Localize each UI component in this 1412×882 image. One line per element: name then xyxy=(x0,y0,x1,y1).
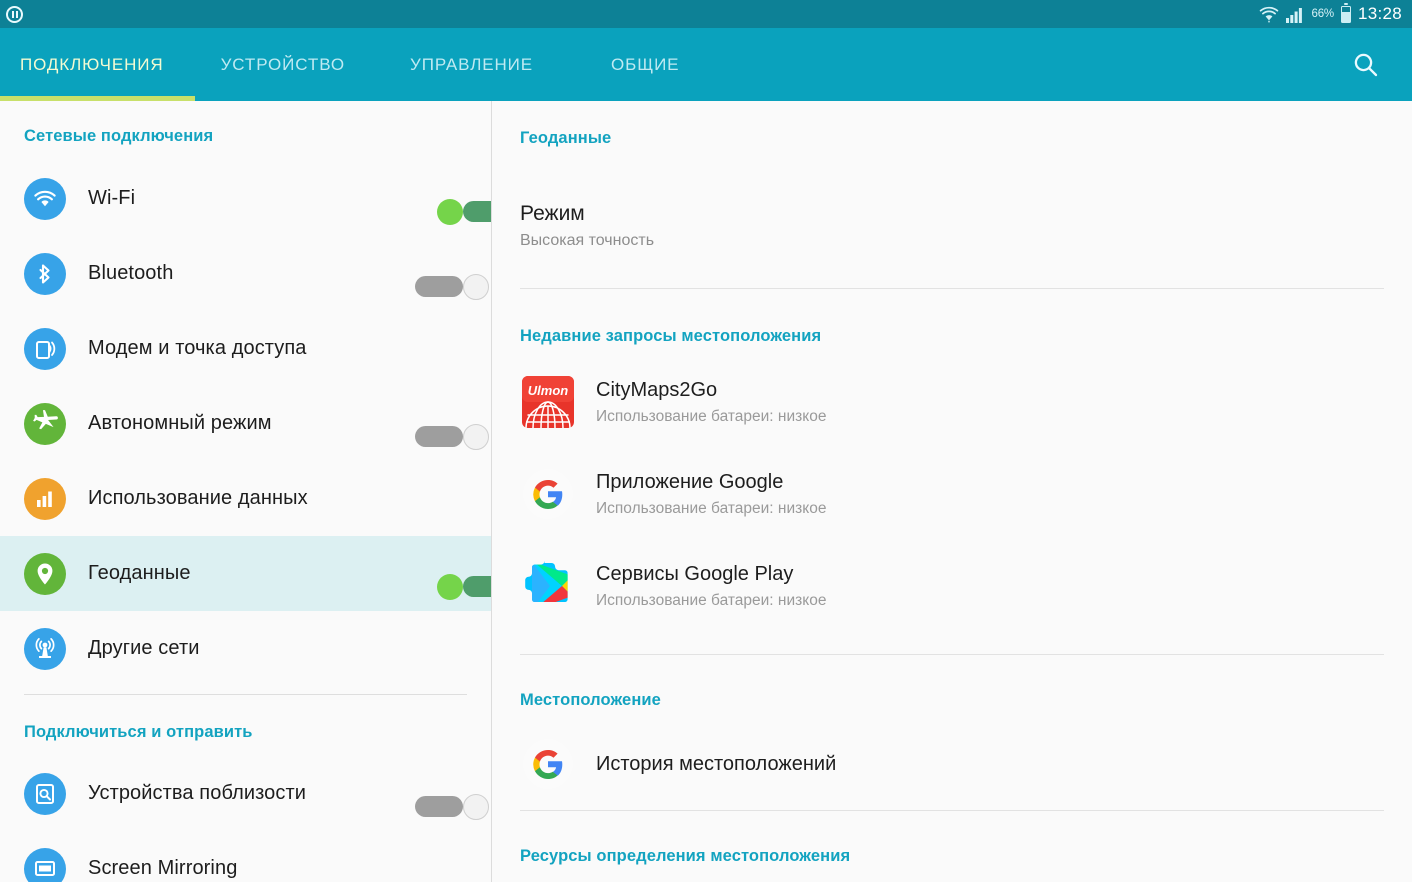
tab-connections[interactable]: ПОДКЛЮЧЕНИЯ xyxy=(16,55,168,75)
data-usage-icon xyxy=(24,477,66,520)
sidebar-item-label: Геоданные xyxy=(88,562,191,584)
cell-tower-icon xyxy=(24,627,66,670)
sidebar-item-nearby-devices[interactable]: Устройства поблизости xyxy=(0,756,491,831)
location-mode-value: Высокая точность xyxy=(520,232,655,249)
content-area: Сетевые подключения Wi-Fi Bluetooth Моде… xyxy=(0,101,1412,882)
status-bar: 66% 13:28 xyxy=(0,0,1412,28)
location-mode-title: Режим xyxy=(520,202,585,225)
wifi-icon xyxy=(24,177,66,220)
settings-sidebar: Сетевые подключения Wi-Fi Bluetooth Моде… xyxy=(0,101,492,882)
google-g-icon xyxy=(520,736,576,792)
clock-label: 13:28 xyxy=(1357,4,1402,23)
sidebar-item-bluetooth[interactable]: Bluetooth xyxy=(0,236,491,311)
ulmon-citymaps2go-icon: Ulmon xyxy=(520,374,576,430)
sidebar-item-label: Screen Mirroring xyxy=(88,857,238,879)
battery-percent-label: 66% xyxy=(1311,8,1335,20)
nearby-devices-icon xyxy=(24,772,66,815)
google-g-icon xyxy=(520,466,576,522)
app-name: Сервисы Google Play xyxy=(596,562,794,585)
location-sources-title: Ресурсы определения местоположения xyxy=(520,847,851,865)
bluetooth-icon xyxy=(24,252,66,295)
app-battery-usage: Использование батареи: низкое xyxy=(596,407,827,425)
location-mode-row[interactable]: Режим Высокая точность xyxy=(492,148,1412,288)
list-item[interactable]: Приложение Google Использование батареи:… xyxy=(492,448,1412,540)
status-bar-right: 66% 13:28 xyxy=(1259,3,1402,24)
sidebar-item-label: Другие сети xyxy=(88,637,200,659)
screen-mirroring-icon xyxy=(24,847,66,882)
airplane-icon xyxy=(24,402,66,445)
sidebar-item-label: Wi-Fi xyxy=(88,187,136,209)
location-pin-icon xyxy=(24,552,66,595)
cellular-signal-icon xyxy=(1285,6,1305,23)
sidebar-item-label: Bluetooth xyxy=(88,262,174,284)
tab-general[interactable]: ОБЩИЕ xyxy=(607,55,683,75)
list-item-location-history[interactable]: История местоположений xyxy=(492,718,1412,810)
sidebar-item-airplane-mode[interactable]: Автономный режим xyxy=(0,386,491,461)
settings-screen: 66% 13:28 ПОДКЛЮЧЕНИЯ УСТРОЙСТВО УПРАВЛЕ… xyxy=(0,0,1412,882)
app-battery-usage: Использование батареи: низкое xyxy=(596,591,827,609)
search-icon[interactable] xyxy=(1344,43,1388,87)
sidebar-item-wifi[interactable]: Wi-Fi xyxy=(0,161,491,236)
app-name: Приложение Google xyxy=(596,470,784,493)
app-name: CityMaps2Go xyxy=(596,378,718,401)
recent-requests-title: Недавние запросы местоположения xyxy=(520,327,822,345)
tab-bar: ПОДКЛЮЧЕНИЯ УСТРОЙСТВО УПРАВЛЕНИЕ ОБЩИЕ xyxy=(0,28,1412,101)
wifi-icon xyxy=(1259,6,1279,23)
svg-text:Ulmon: Ulmon xyxy=(528,383,569,398)
detail-title: Геоданные xyxy=(520,129,612,147)
tethering-icon xyxy=(24,327,66,370)
pause-icon xyxy=(6,5,23,23)
app-battery-usage: Использование батареи: низкое xyxy=(596,499,827,517)
sidebar-item-location[interactable]: Геоданные xyxy=(0,536,491,611)
sidebar-item-label: Использование данных xyxy=(88,487,308,509)
location-section-title: Местоположение xyxy=(520,691,661,709)
sidebar-item-label: Устройства поблизости xyxy=(88,782,307,804)
sidebar-item-screen-mirroring[interactable]: Screen Mirroring xyxy=(0,831,491,882)
sidebar-item-label: Модем и точка доступа xyxy=(88,337,307,359)
google-play-services-icon xyxy=(520,558,576,614)
sidebar-item-label: Автономный режим xyxy=(88,412,272,434)
sidebar-item-data-usage[interactable]: Использование данных xyxy=(0,461,491,536)
sidebar-item-other-networks[interactable]: Другие сети xyxy=(0,611,491,686)
sidebar-item-tethering[interactable]: Модем и точка доступа xyxy=(0,311,491,386)
battery-icon xyxy=(1340,3,1351,23)
list-item[interactable]: Сервисы Google Play Использование батаре… xyxy=(492,540,1412,632)
status-bar-left xyxy=(6,5,23,23)
sidebar-section-network-title: Сетевые подключения xyxy=(24,127,214,145)
tab-device[interactable]: УСТРОЙСТВО xyxy=(217,55,349,75)
list-item[interactable]: Ulmon CityMaps2Go Использование батареи:… xyxy=(492,356,1412,448)
sidebar-section-connect-title: Подключиться и отправить xyxy=(24,723,253,741)
tab-controls[interactable]: УПРАВЛЕНИЕ xyxy=(406,55,537,75)
location-history-label: История местоположений xyxy=(596,752,837,775)
location-settings-panel: Геоданные Режим Высокая точность Недавни… xyxy=(492,101,1412,882)
